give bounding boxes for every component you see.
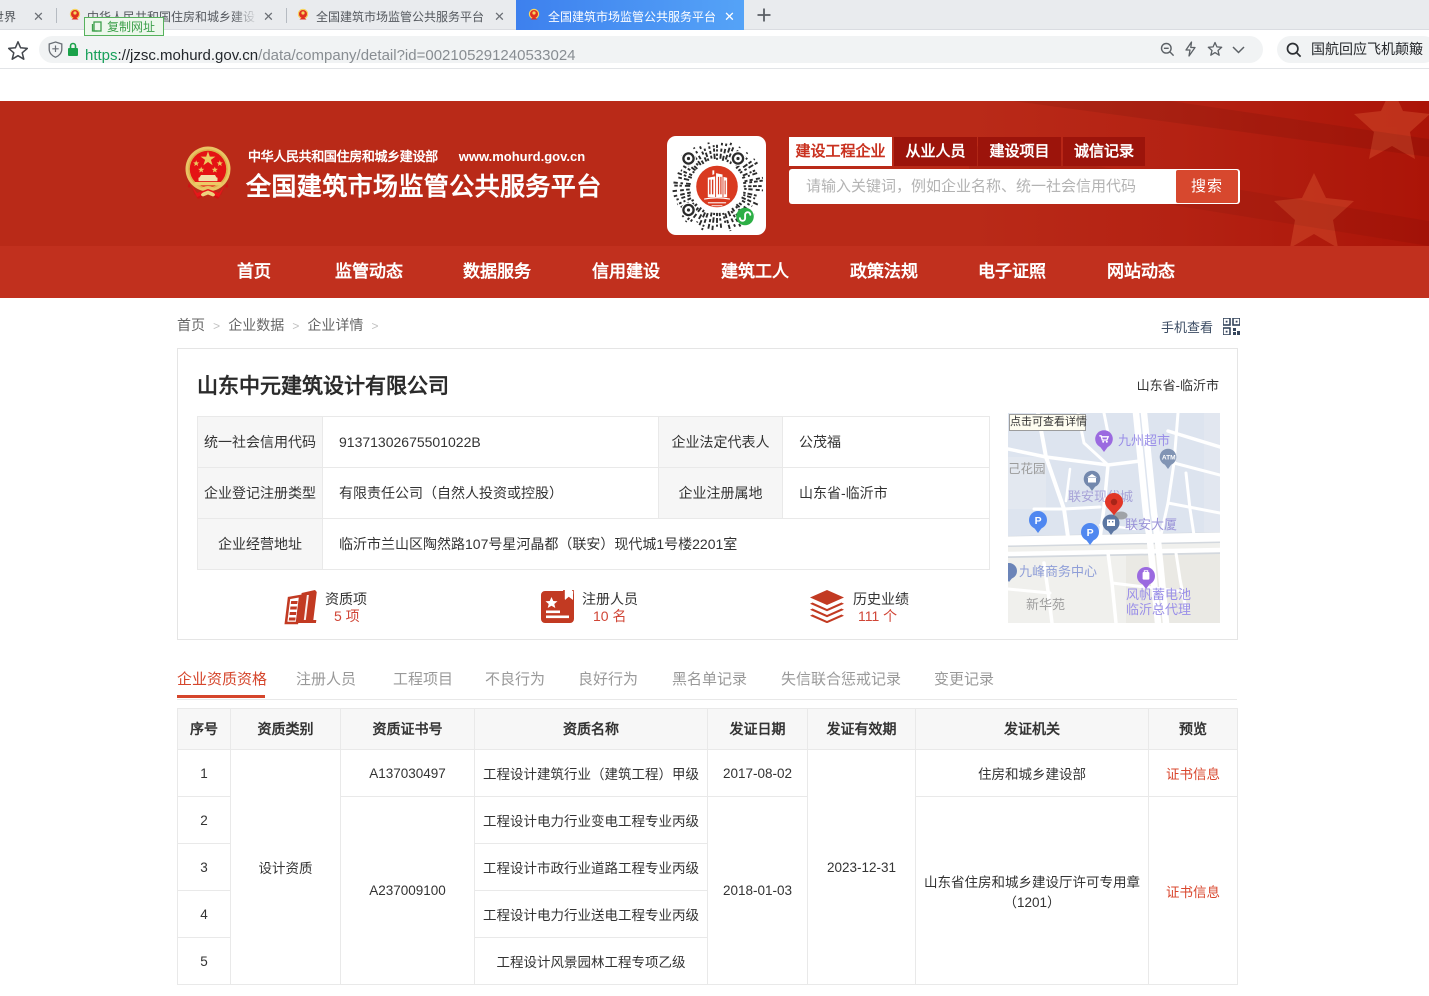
svg-text:临沂总代理: 临沂总代理 [1126,602,1191,617]
svg-text:新华苑: 新华苑 [1026,597,1065,612]
svg-text:P: P [1035,515,1042,527]
svg-text:己花园: 己花园 [1008,461,1046,476]
svg-text:联安大厦: 联安大厦 [1125,517,1177,532]
svg-text:风帆蓄电池: 风帆蓄电池 [1126,587,1191,602]
svg-text:九州超市: 九州超市 [1118,433,1170,448]
svg-text:ATM: ATM [1162,455,1176,462]
svg-text:P: P [1087,527,1094,539]
svg-text:联安现代城: 联安现代城 [1068,489,1133,504]
svg-text:九峰商务中心: 九峰商务中心 [1019,564,1097,579]
